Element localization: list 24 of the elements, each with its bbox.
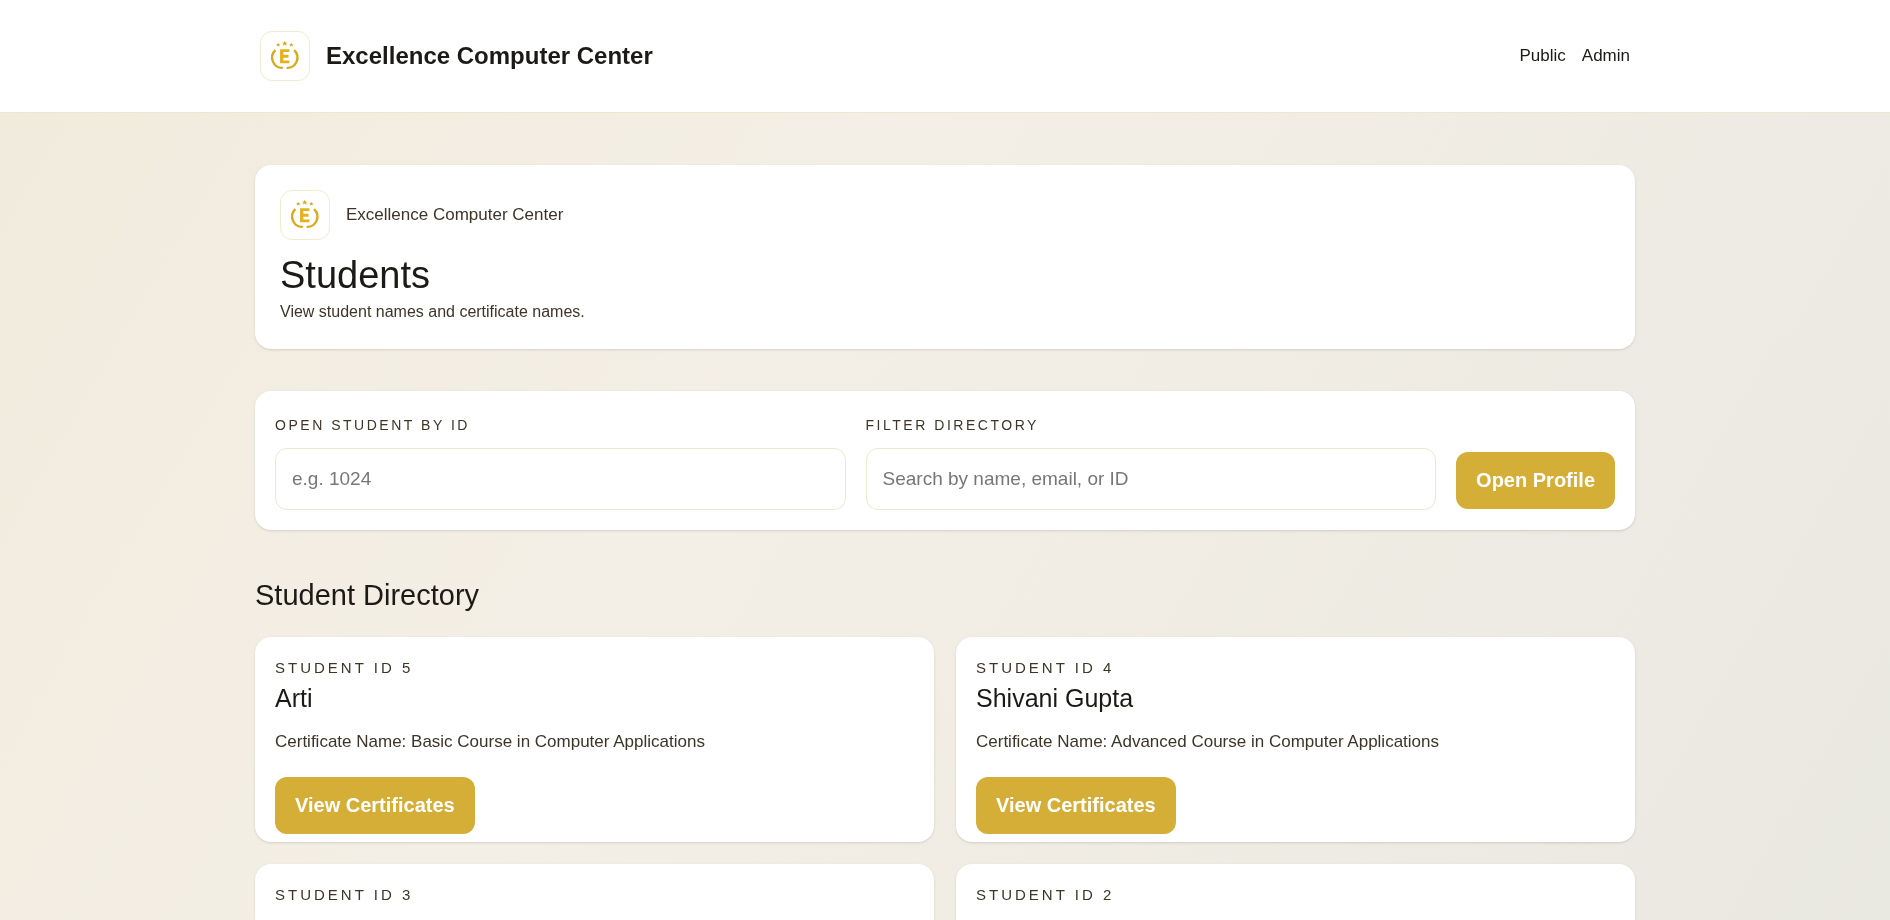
open-profile-button[interactable]: Open Profile [1456,451,1615,509]
student-id-field[interactable]: e.g. 1024 [275,447,846,510]
nav-link[interactable]: Public [1519,43,1566,69]
logo-icon [280,190,330,240]
page-subtitle: View student names and certificate names. [280,301,586,322]
view-certificates-button[interactable]: View Certificates [976,776,1176,834]
certificate-name: Certificate Name: Basic Course in Computer Applications [275,731,706,753]
student-id: STUDENT ID 3 [275,885,415,905]
logo-icon [260,31,310,81]
field-label: FILTER DIRECTORY [865,415,1040,435]
student-id: STUDENT ID 5 [275,658,415,678]
student-id: STUDENT ID 2 [976,885,1116,905]
student-name: Shivani Gupta [976,682,1135,714]
section-title: Student Directory [255,577,481,613]
brand-name: Excellence Computer Center [326,41,653,71]
nav-link[interactable]: Admin [1581,43,1630,69]
brand-name: Excellence Computer Center [346,204,564,227]
student-id: STUDENT ID 4 [976,658,1116,678]
filter-field[interactable]: Search by name, email, or ID [865,447,1437,510]
view-certificates-button[interactable]: View Certificates [275,776,475,834]
certificate-name: Certificate Name: Advanced Course in Computer Applications [976,731,1440,753]
page-title: Students [280,253,431,298]
field-label: OPEN STUDENT BY ID [275,415,471,435]
student-name: Arti [275,682,314,714]
